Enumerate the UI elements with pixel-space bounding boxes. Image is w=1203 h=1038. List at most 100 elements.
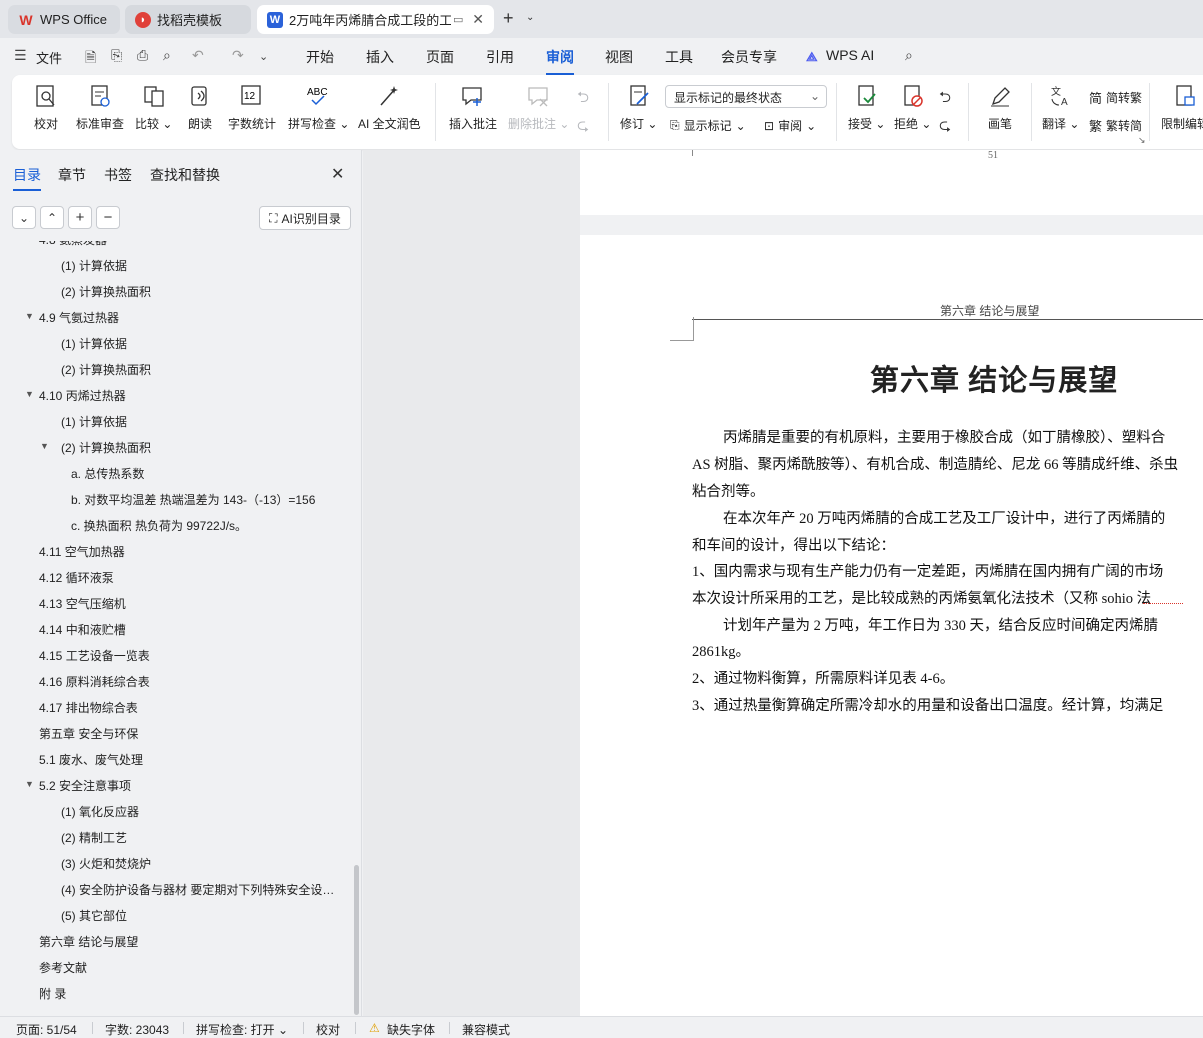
toc-item[interactable]: 附 录	[39, 985, 340, 1002]
read-aloud-button[interactable]: 朗读	[187, 83, 213, 132]
toc-item[interactable]: 4.14 中和液贮槽	[39, 621, 340, 638]
menu-page[interactable]: 页面	[426, 47, 454, 67]
menu-references[interactable]: 引用	[486, 47, 514, 67]
show-markup-button[interactable]: ⎘ 显示标记 ⌄	[670, 117, 746, 134]
chevron-down-icon[interactable]: ⌄	[526, 12, 534, 23]
toc-item[interactable]: (3) 火炬和焚烧炉	[61, 855, 340, 872]
expand-triangle-icon[interactable]: ▼	[25, 779, 34, 789]
spell-check-button[interactable]: ABC 拼写检查 ⌄	[288, 83, 349, 132]
toc-item[interactable]: 4.13 空气压缩机	[39, 595, 340, 612]
restrict-editing-button[interactable]: 限制编辑	[1161, 83, 1203, 132]
pen-button[interactable]: 画笔	[987, 83, 1013, 132]
monitor-icon[interactable]: ▭	[453, 13, 463, 26]
toc-item[interactable]: (4) 安全防护设备与器材 要定期对下列特殊安全设施进行检查	[61, 881, 340, 898]
delete-comment-button[interactable]: 删除批注 ⌄	[508, 83, 569, 132]
toc-scrollbar[interactable]	[354, 865, 359, 1015]
expand-triangle-icon[interactable]: ▼	[25, 389, 34, 399]
toc-item[interactable]: (5) 其它部位	[61, 907, 340, 924]
previous-change-icon[interactable]: ⮌	[939, 87, 951, 112]
ribbon-expand-icon[interactable]: ↘	[1138, 135, 1146, 146]
expand-triangle-icon[interactable]: ▼	[40, 441, 49, 451]
track-changes-button[interactable]: 修订 ⌄	[620, 83, 657, 132]
tab-docer-templates[interactable]: ◗ 找稻壳模板	[125, 5, 251, 34]
toc-item[interactable]: 4.16 原料消耗综合表	[39, 673, 340, 690]
menu-membership[interactable]: 会员专享	[721, 47, 777, 67]
toc-item[interactable]: (2) 计算换热面积	[61, 283, 340, 300]
menu-review[interactable]: 审阅	[546, 47, 574, 75]
close-tab-icon[interactable]: ✕	[472, 11, 484, 28]
print-preview-icon[interactable]: ⌕	[163, 47, 171, 64]
menu-wps-ai[interactable]: WPS AI	[826, 47, 874, 63]
markup-state-select[interactable]: 显示标记的最终状态 ⌄	[665, 85, 827, 108]
tab-sections[interactable]: 章节	[58, 165, 86, 185]
menu-view[interactable]: 视图	[605, 47, 633, 67]
translate-button[interactable]: 文A 翻译 ⌄	[1042, 83, 1079, 132]
insert-comment-button[interactable]: 插入批注	[449, 83, 497, 132]
toc-item[interactable]: 4.10 丙烯过热器	[39, 387, 340, 404]
search-icon[interactable]: ⌕	[905, 47, 913, 64]
menu-file[interactable]: 文件	[36, 48, 62, 67]
redo-icon[interactable]: ↷	[232, 47, 244, 64]
toc-item[interactable]: 4.11 空气加热器	[39, 543, 340, 560]
toc-item[interactable]: (1) 计算依据	[61, 335, 340, 352]
toc-item[interactable]: 第六章 结论与展望	[39, 933, 340, 950]
reject-button[interactable]: 拒绝 ⌄	[894, 83, 931, 132]
toc-item[interactable]: c. 换热面积 热负荷为 99722J/s。	[71, 517, 340, 534]
compare-button[interactable]: 比较 ⌄	[135, 83, 172, 132]
proofread-button[interactable]: 校对	[33, 83, 59, 132]
word-count-indicator[interactable]: 字数: 23043	[105, 1021, 169, 1038]
tab-wps-office[interactable]: W WPS Office	[8, 5, 120, 34]
expand-triangle-icon[interactable]: ▼	[25, 311, 34, 321]
tab-find-replace[interactable]: 查找和替换	[150, 165, 220, 185]
toc-item[interactable]: (1) 计算依据	[61, 413, 340, 430]
previous-comment-icon[interactable]: ⮌	[577, 87, 589, 112]
toc-item[interactable]: (2) 计算换热面积	[61, 361, 340, 378]
traditional-to-simplified-button[interactable]: 繁繁转简	[1089, 116, 1142, 135]
toc-item[interactable]: 参考文献	[39, 959, 340, 976]
toc-item[interactable]: a. 总传热系数	[71, 465, 340, 482]
next-change-icon[interactable]: ⮎	[939, 115, 951, 140]
undo-icon[interactable]: ↶	[192, 47, 204, 64]
print-icon[interactable]: ⎙	[137, 47, 148, 64]
tab-bookmarks[interactable]: 书签	[104, 165, 132, 185]
review-pane-button[interactable]: ⊡ 审阅 ⌄	[764, 117, 816, 134]
menu-insert[interactable]: 插入	[366, 47, 394, 67]
toc-item[interactable]: (1) 氧化反应器	[61, 803, 340, 820]
menu-home[interactable]: 开始	[306, 47, 334, 67]
standard-review-button[interactable]: 标准审查	[76, 83, 124, 132]
hamburger-icon[interactable]: ☰	[14, 47, 27, 64]
toc-item[interactable]: 4.15 工艺设备一览表	[39, 647, 340, 664]
more-chevron-icon[interactable]: ⌄	[259, 50, 268, 63]
toc-item[interactable]: b. 对数平均温差 热端温差为 143-（-13）=156	[71, 491, 340, 508]
toc-item[interactable]: 4.12 循环液泵	[39, 569, 340, 586]
proofread-indicator[interactable]: 校对	[316, 1021, 340, 1038]
toc-item[interactable]: 第五章 安全与环保	[39, 725, 340, 742]
toc-item[interactable]: 5.1 废水、废气处理	[39, 751, 340, 768]
ai-polish-button[interactable]: AI 全文润色	[358, 83, 421, 132]
missing-font-indicator[interactable]: 缺失字体	[387, 1021, 435, 1038]
compat-mode-indicator[interactable]: 兼容模式	[462, 1021, 510, 1038]
close-panel-icon[interactable]: ✕	[331, 164, 344, 184]
ai-toc-button[interactable]: ⛶ AI识别目录	[259, 206, 351, 230]
tab-document[interactable]: W 2万吨年丙烯腈合成工段的工艺 ▭ ✕	[257, 5, 494, 34]
remove-heading-button[interactable]: −	[96, 206, 120, 229]
toc-item[interactable]: 5.2 安全注意事项	[39, 777, 340, 794]
tab-toc[interactable]: 目录	[13, 165, 41, 191]
collapse-down-button[interactable]: ⌄	[12, 206, 36, 229]
menu-tools[interactable]: 工具	[665, 47, 693, 67]
document-page[interactable]: 第六章 结论与展望 第六章 结论与展望 丙烯腈是重要的有机原料，主要用于橡胶合成…	[580, 235, 1203, 1016]
expand-triangle-icon[interactable]: ▼	[25, 241, 34, 243]
toc-item[interactable]: 4.8 氨蒸发器	[39, 241, 340, 248]
next-comment-icon[interactable]: ⮎	[577, 115, 589, 140]
spell-check-toggle[interactable]: 拼写检查: 打开 ⌄	[196, 1021, 288, 1038]
save-icon[interactable]: 🗎	[85, 47, 96, 71]
toc-item[interactable]: (2) 精制工艺	[61, 829, 340, 846]
toc-item[interactable]: (2) 计算换热面积	[61, 439, 340, 456]
add-heading-button[interactable]: +	[68, 206, 92, 229]
page-indicator[interactable]: 页面: 51/54	[16, 1021, 77, 1038]
word-count-button[interactable]: 12 字数统计	[228, 83, 276, 132]
collapse-up-button[interactable]: ⌃	[40, 206, 64, 229]
toc-item[interactable]: 4.9 气氨过热器	[39, 309, 340, 326]
simplified-to-traditional-button[interactable]: 简简转繁	[1089, 88, 1142, 107]
accept-button[interactable]: 接受 ⌄	[848, 83, 885, 132]
